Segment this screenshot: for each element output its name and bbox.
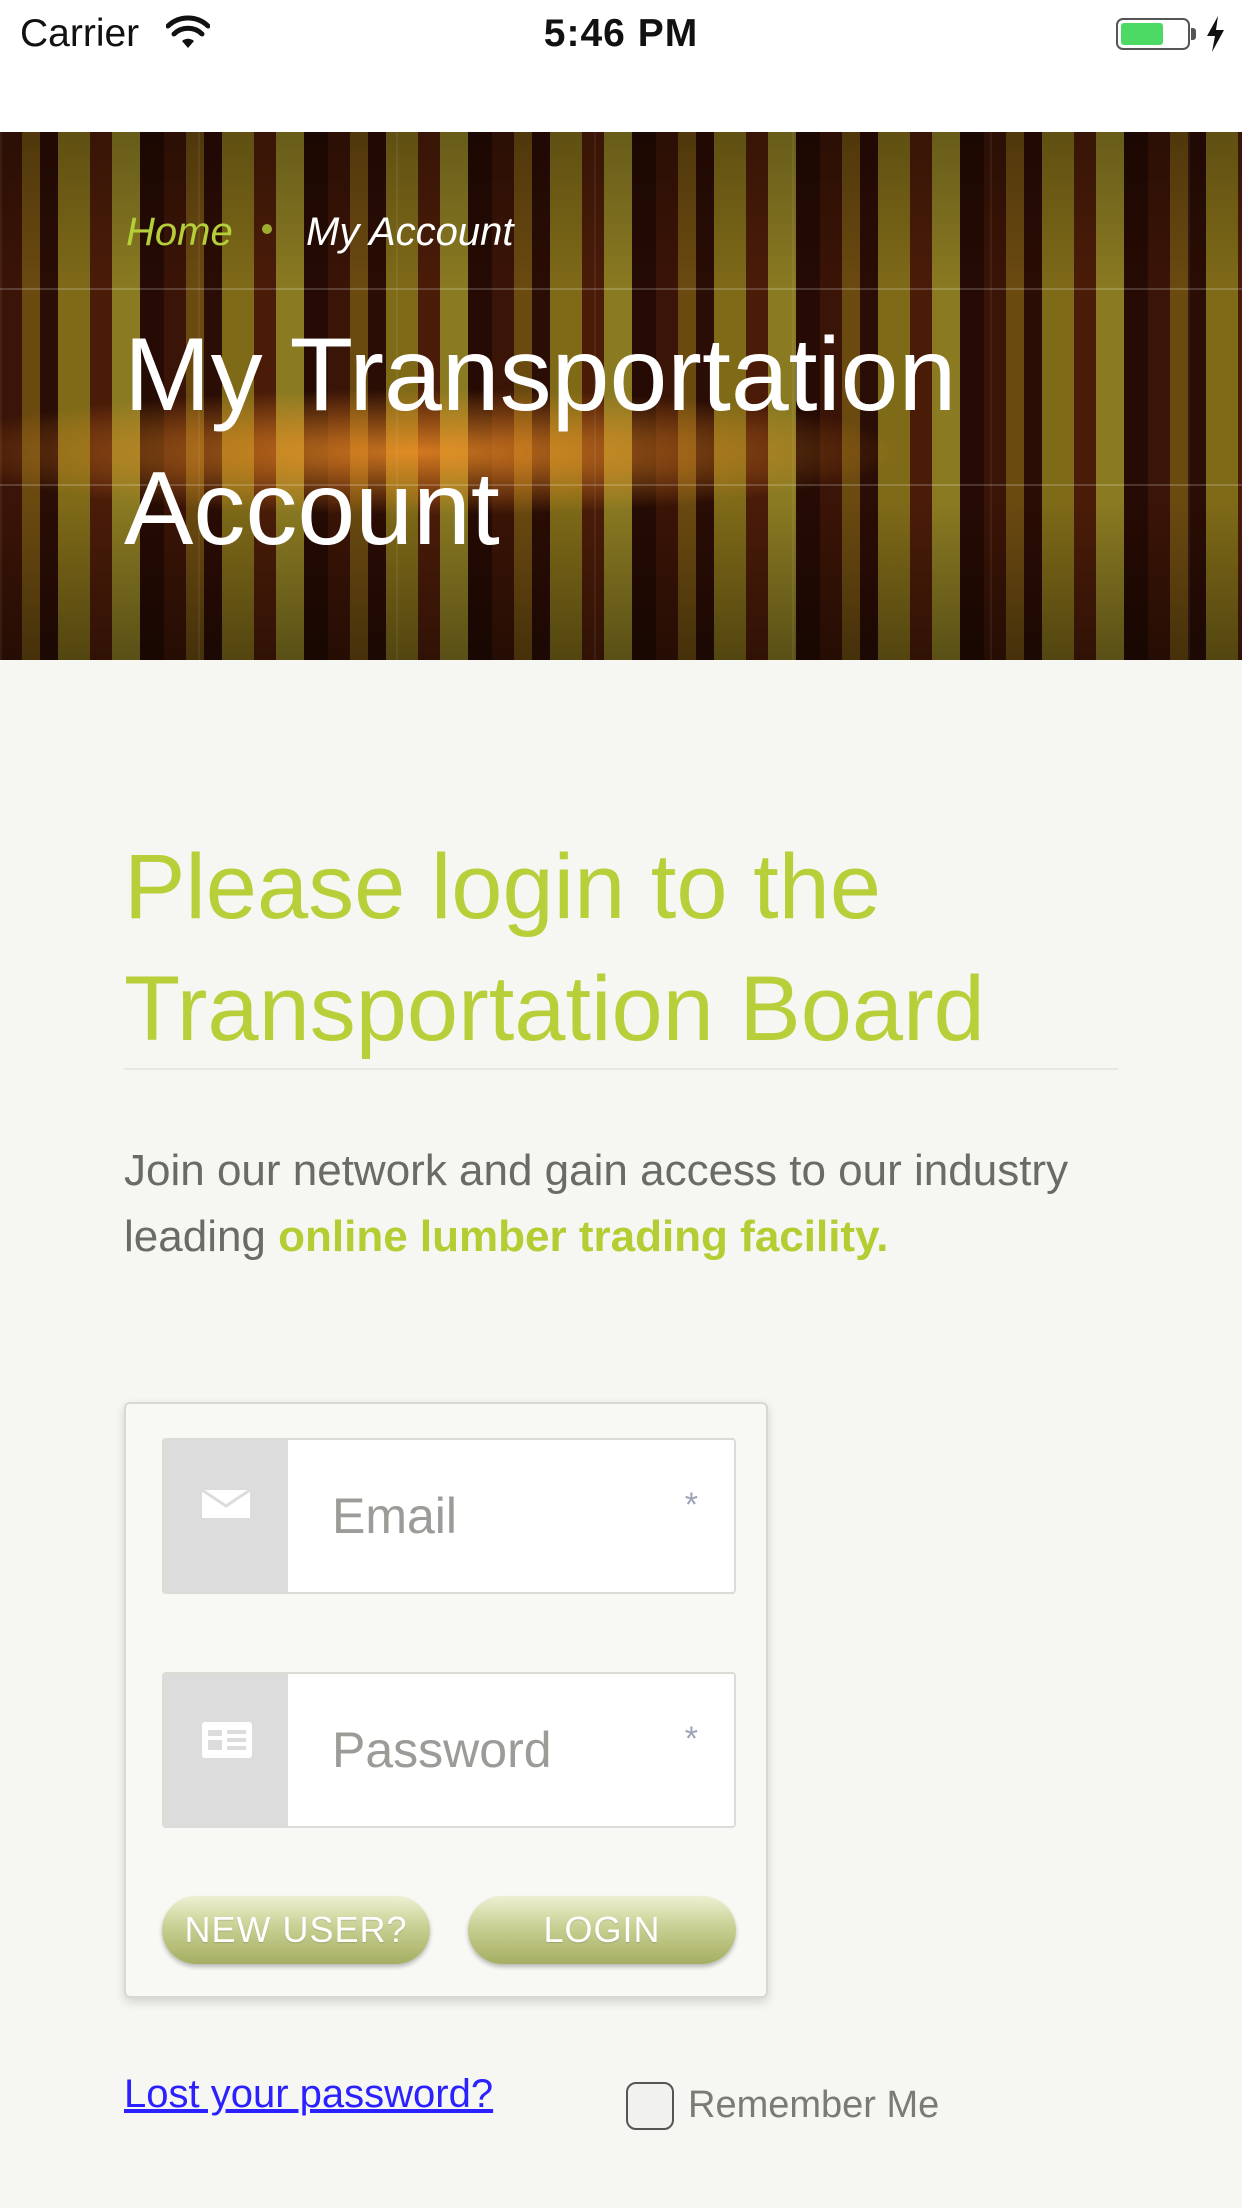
password-addon [164, 1674, 288, 1826]
remember-me-label[interactable]: Remember Me [688, 2084, 939, 2127]
hero-grid-line [0, 288, 1242, 290]
envelope-icon [201, 1488, 251, 1518]
login-button[interactable]: LOGIN [468, 1896, 736, 1964]
intro-paragraph: Join our network and gain access to our … [124, 1138, 1124, 1270]
email-addon [164, 1440, 288, 1592]
id-card-icon [202, 1722, 252, 1758]
breadcrumb-home-link[interactable]: Home [126, 210, 233, 255]
page-title: My Transportation Account [124, 317, 957, 567]
login-form: * * NEW USER? LOGIN [124, 1402, 768, 1998]
battery-icon [1116, 18, 1190, 50]
email-field: * [162, 1438, 736, 1594]
remember-me-checkbox[interactable] [626, 2082, 674, 2130]
hero-banner: Home My Account My Transportation Accoun… [0, 132, 1242, 660]
password-required-mark: * [684, 1720, 698, 1758]
email-input[interactable] [288, 1440, 734, 1592]
heading-divider [124, 1068, 1118, 1070]
status-bar: Carrier 5:46 PM [0, 0, 1242, 132]
lost-password-link[interactable]: Lost your password? [124, 2072, 493, 2117]
new-user-button[interactable]: NEW USER? [162, 1896, 430, 1964]
password-field: * [162, 1672, 736, 1828]
password-input[interactable] [288, 1674, 734, 1826]
breadcrumb-current: My Account [306, 210, 514, 254]
intro-highlight: online lumber trading facility. [278, 1212, 889, 1261]
charging-bolt-icon [1207, 16, 1224, 52]
battery-tip [1191, 28, 1196, 40]
breadcrumb-separator-icon [262, 224, 272, 234]
login-heading: Please login to the Transportation Board [124, 836, 985, 1060]
status-time: 5:46 PM [543, 12, 699, 55]
email-required-mark: * [684, 1486, 698, 1524]
